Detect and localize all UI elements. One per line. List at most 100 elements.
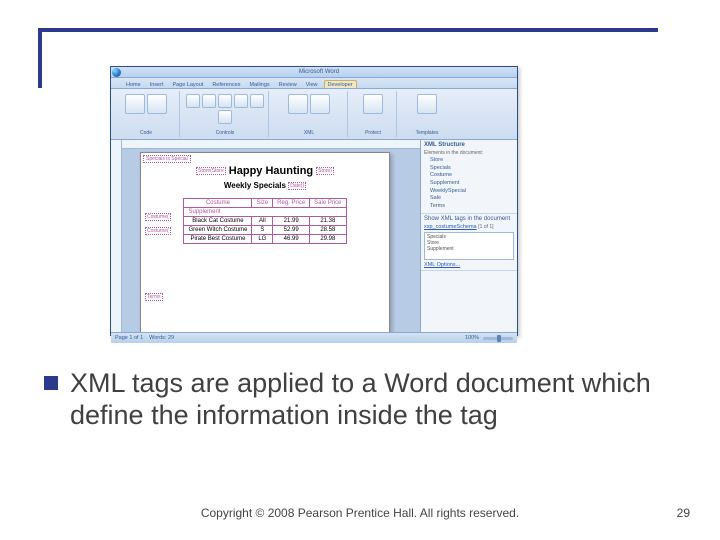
cell: S — [252, 226, 273, 235]
xml-tag-store-close: Store) — [316, 167, 334, 175]
doc-subtitle: Weekly Specials — [224, 181, 286, 190]
cell: Black Cat Costume — [184, 217, 252, 226]
pane-element[interactable]: Terms — [424, 203, 514, 211]
bullet-icon — [44, 376, 58, 390]
table-header: Size — [252, 199, 273, 208]
pane-element[interactable]: Costume — [424, 172, 514, 180]
status-bar: Page 1 of 1 Words: 29 100% — [111, 332, 517, 343]
ribbon-group-controls: Controls — [182, 91, 269, 137]
doc-subtitle-line: Weekly Specials Date() — [141, 181, 389, 190]
cell: 46.99 — [273, 235, 310, 244]
workspace: Specials is Special Store(Store Happy Ha… — [111, 140, 517, 332]
control-icon[interactable] — [186, 94, 200, 108]
pane-elements-box[interactable]: Specials Store Supplement — [424, 232, 514, 260]
page: Specials is Special Store(Store Happy Ha… — [140, 152, 390, 332]
window-title: Microsoft Word — [121, 69, 517, 75]
tab-view[interactable]: View — [303, 81, 321, 88]
macros-icon[interactable] — [147, 94, 167, 114]
template-icon[interactable] — [417, 94, 437, 114]
table-header: Sale Price — [310, 199, 346, 208]
accent-bar-horizontal — [38, 28, 658, 32]
ribbon-group-code: Code — [113, 91, 180, 137]
pane-box-item[interactable]: Supplement — [427, 246, 511, 252]
office-orb-icon[interactable] — [112, 68, 121, 77]
tab-insert[interactable]: Insert — [147, 81, 167, 88]
ribbon-group-label: Controls — [216, 130, 235, 136]
control-icon[interactable] — [218, 110, 232, 124]
control-icon[interactable] — [218, 94, 232, 108]
tab-developer[interactable]: Developer — [324, 80, 357, 88]
control-icon[interactable] — [234, 94, 248, 108]
vertical-ruler — [111, 140, 122, 332]
tab-mailings[interactable]: Mailings — [246, 81, 272, 88]
pane-subtitle: Elements in the document: — [424, 150, 514, 157]
pane-element[interactable]: Specials — [424, 165, 514, 173]
control-icon[interactable] — [202, 94, 216, 108]
ribbon-group-xml: XML — [271, 91, 348, 137]
bullet-text: XML tags are applied to a Word document … — [70, 368, 674, 432]
tab-page-layout[interactable]: Page Layout — [169, 81, 206, 88]
pane-checkbox-label[interactable]: Show XML tags in the document — [424, 216, 514, 222]
table-header-row: Costume Size Reg. Price Sale Price — [184, 199, 346, 208]
bullet-block: XML tags are applied to a Word document … — [44, 368, 674, 432]
zoom-slider[interactable] — [483, 337, 513, 340]
xml-tag-store-open: Store(Store — [196, 167, 226, 175]
table-row: Pirate Best Costume LG 46.99 29.98 — [184, 235, 346, 244]
cell: 29.98 — [310, 235, 346, 244]
pane-title: XML Structure — [424, 142, 514, 148]
ribbon-group-label: Templates — [416, 130, 439, 136]
ribbon-group-label: Code — [140, 130, 152, 136]
pane-element[interactable]: Supplement — [424, 180, 514, 188]
protect-icon[interactable] — [363, 94, 383, 114]
copyright: Copyright © 2008 Pearson Prentice Hall. … — [0, 506, 720, 520]
ribbon-group-templates: Templates — [399, 91, 455, 137]
table-header: Reg. Price — [273, 199, 310, 208]
xml-structure-pane: XML Structure Elements in the document: … — [420, 140, 517, 332]
table-sub-row: Supplement — [184, 208, 346, 217]
zoom-thumb[interactable] — [497, 335, 501, 342]
pane-count: [1 of 1] — [478, 224, 493, 230]
ribbon-group-label: XML — [304, 130, 314, 136]
tab-home[interactable]: Home — [123, 81, 144, 88]
visual-basic-icon[interactable] — [125, 94, 145, 114]
doc-title-line: Store(Store Happy Haunting Store) — [141, 165, 389, 177]
table-row: Black Cat Costume All 21.99 21.38 — [184, 217, 346, 226]
xml-tag-costume: Costume( — [145, 213, 171, 221]
accent-bar-vertical — [38, 28, 42, 88]
ribbon-tabstrip: Home Insert Page Layout References Maili… — [111, 78, 517, 89]
cell: LG — [252, 235, 273, 244]
table-sub: Supplement — [184, 208, 346, 217]
cell: Green Witch Costume — [184, 226, 252, 235]
page-number: 29 — [677, 506, 690, 520]
cell: 21.38 — [310, 217, 346, 226]
xml-tag-page: Specials is Special — [143, 155, 191, 163]
status-page: Page 1 of 1 — [115, 335, 143, 341]
doc-title: Happy Haunting — [229, 165, 313, 177]
document-area[interactable]: Specials is Special Store(Store Happy Ha… — [122, 140, 420, 332]
control-icon[interactable] — [250, 94, 264, 108]
table-header: Costume — [184, 199, 252, 208]
xml-tag-costume: Costume( — [145, 227, 171, 235]
word-screenshot: Microsoft Word Home Insert Page Layout R… — [110, 66, 518, 336]
status-words: Words: 29 — [149, 335, 174, 341]
structure-icon[interactable] — [288, 94, 308, 114]
cell: All — [252, 217, 273, 226]
xml-options-link[interactable]: XML Options... — [424, 262, 514, 268]
ribbon-group-label: Protect — [365, 130, 381, 136]
xml-tag-terms: Terms — [145, 293, 163, 301]
titlebar: Microsoft Word — [111, 67, 517, 78]
tab-references[interactable]: References — [209, 81, 243, 88]
cell: 28.58 — [310, 226, 346, 235]
tab-review[interactable]: Review — [276, 81, 300, 88]
pane-element[interactable]: WeeklySpecial — [424, 188, 514, 196]
status-zoom[interactable]: 100% — [465, 335, 479, 341]
pane-element[interactable]: Store — [424, 157, 514, 165]
doc-table: Costume Size Reg. Price Sale Price Suppl… — [183, 198, 346, 244]
pane-schema-link[interactable]: xsp_costumeSchema — [424, 224, 477, 230]
pane-element[interactable]: Sale — [424, 195, 514, 203]
schema-icon[interactable] — [310, 94, 330, 114]
horizontal-ruler — [122, 140, 420, 149]
cell: Pirate Best Costume — [184, 235, 252, 244]
cell: 21.99 — [273, 217, 310, 226]
ribbon: Code Controls XML Protect — [111, 89, 517, 140]
